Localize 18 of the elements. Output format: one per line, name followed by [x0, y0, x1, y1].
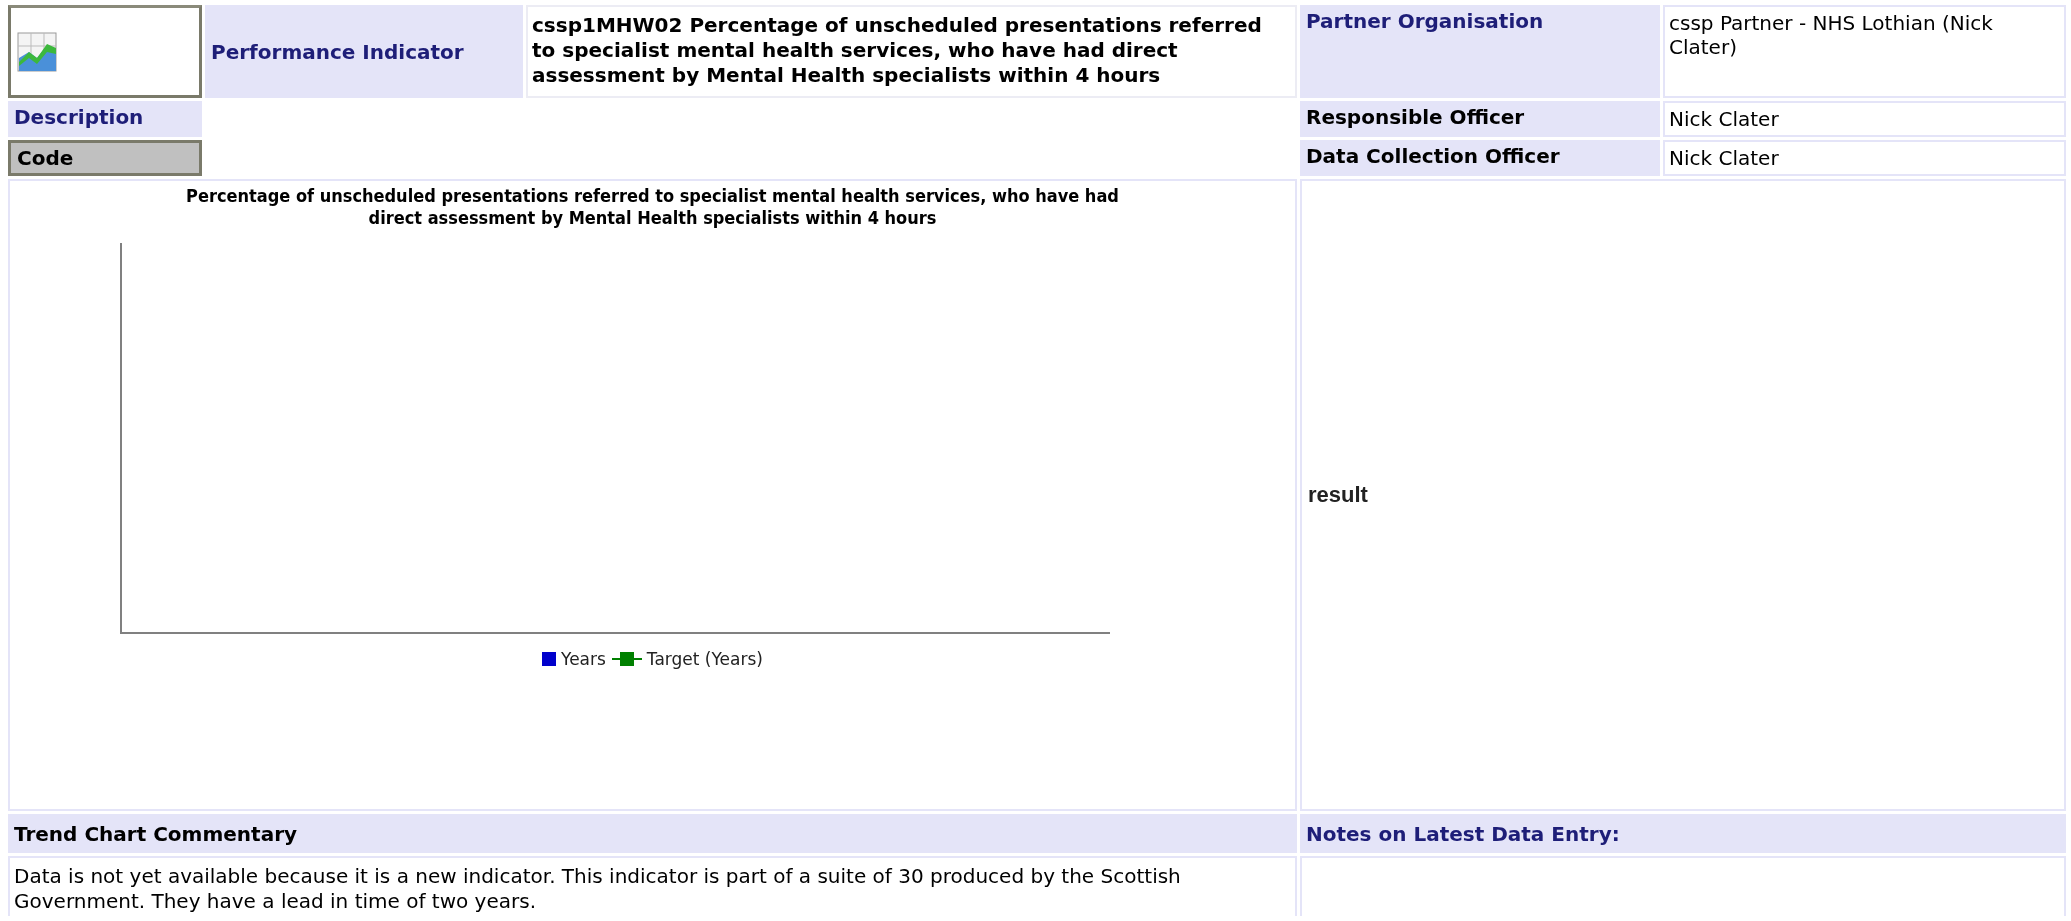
chart-icon — [17, 31, 57, 72]
field-value: cssp Partner - NHS Lothian (Nick Clater) — [1663, 5, 2066, 98]
field-label: Partner Organisation — [1300, 5, 1660, 98]
performance-indicator-label: Performance Indicator — [205, 5, 523, 98]
legend-label: Target (Years) — [646, 649, 763, 669]
chart-title: Percentage of unscheduled presentations referred to specialist mental health services, who have had direct assessment by Mental Health specialists within 4 hours — [185, 185, 1120, 229]
field-label: Description — [8, 101, 202, 137]
commentary-text: Data is not yet available because it is a new indicator. This indicator is part of a suite of 30 produced by the Scottish Government. They have a lead in time of two years. — [8, 856, 1297, 916]
field-label: Data Collection Officer — [1300, 140, 1660, 176]
indicator-title: cssp1MHW02 Percentage of unscheduled presentations referred to specialist mental health services, who have had direct assessment by Mental Health specialists within 4 hours — [526, 5, 1297, 98]
result-label: result — [1308, 482, 1368, 508]
notes-heading: Notes on Latest Data Entry: — [1300, 814, 2066, 853]
field-value: Nick Clater — [1663, 101, 2066, 137]
field-value: Nick Clater — [1663, 140, 2066, 176]
legend-label: Years — [561, 649, 606, 669]
field-label: Code — [8, 140, 202, 176]
commentary-heading: Trend Chart Commentary — [8, 814, 1297, 853]
field-label: Responsible Officer — [1300, 101, 1660, 137]
